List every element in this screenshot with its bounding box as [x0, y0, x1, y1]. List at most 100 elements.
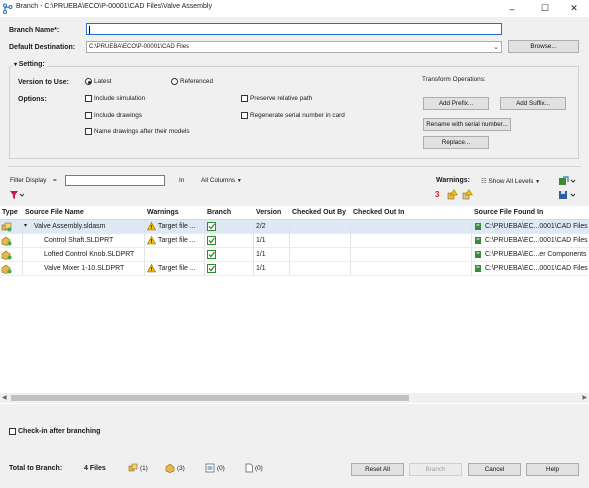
- column-header-source-file-name[interactable]: Source File Name: [25, 209, 84, 216]
- referenced-radio[interactable]: [171, 78, 178, 85]
- column-divider: [253, 220, 254, 234]
- checkin-after-branching-checkbox[interactable]: [9, 428, 16, 435]
- column-header-checked-out-by[interactable]: Checked Out By: [292, 209, 346, 216]
- include-simulation-label: Include simulation: [94, 95, 146, 102]
- folder-icon: [475, 265, 481, 272]
- column-header-branch[interactable]: Branch: [207, 209, 231, 216]
- latest-radio[interactable]: [85, 78, 92, 85]
- part-count-icon: [165, 463, 175, 473]
- table-row[interactable]: Control Shaft.SLDPRT Target file ... 1/1 C:…: [0, 234, 589, 248]
- column-header-checked-out-in[interactable]: Checked Out In: [353, 209, 404, 216]
- regenerate-serial-label: Regenerate serial number in card: [250, 112, 345, 119]
- table-row[interactable]: Lofted Control Knob.SLDPRT 1/1 C:\PRUEBA\E…: [0, 248, 589, 262]
- column-divider: [289, 262, 290, 276]
- show-levels-dropdown[interactable]: ☷ Show All Levels ▼: [481, 177, 540, 185]
- warnings-count: 3: [435, 190, 440, 199]
- warning-text: Target file ...: [158, 237, 196, 244]
- add-prefix-button[interactable]: Add Prefix...: [423, 97, 489, 110]
- column-divider: [144, 234, 145, 248]
- drawing-count: (0): [217, 465, 225, 472]
- name-drawings-checkbox[interactable]: [85, 128, 92, 135]
- column-divider: [204, 262, 205, 276]
- total-to-branch-value: 4 Files: [84, 465, 106, 472]
- columns-value: All Columns: [201, 177, 236, 184]
- latest-label: Latest: [94, 78, 112, 85]
- help-button[interactable]: Help: [526, 463, 579, 476]
- include-simulation-checkbox[interactable]: [85, 95, 92, 102]
- default-destination-select[interactable]: C:\PRUEBA\ECO\P-00001\CAD Files ⌄: [86, 41, 502, 53]
- default-destination-label: Default Destination:: [9, 44, 76, 51]
- column-header-warnings[interactable]: Warnings: [147, 209, 179, 216]
- column-header-version[interactable]: Version: [256, 209, 281, 216]
- column-header-source-file-found-in[interactable]: Source File Found In: [474, 209, 543, 216]
- warning-text: Target file ...: [158, 223, 196, 230]
- column-divider: [289, 248, 290, 262]
- column-divider: [471, 262, 472, 276]
- part-warning-icon[interactable]: [462, 189, 473, 200]
- rename-serial-button[interactable]: Rename with serial number...: [423, 118, 511, 131]
- document-count: (0): [255, 465, 263, 472]
- column-header-type[interactable]: Type: [2, 209, 18, 216]
- table-row[interactable]: ▾ Valve Assembly.sldasm Target file ... 2/2…: [0, 220, 589, 234]
- source-file-name: Valve Assembly.sldasm: [34, 223, 106, 230]
- branch-button[interactable]: Branch: [409, 463, 462, 476]
- export-icon[interactable]: [558, 176, 576, 186]
- minimize-button[interactable]: –: [500, 0, 524, 17]
- window-title: Branch - C:\PRUEBA\ECO\P-00001\CAD Files…: [16, 3, 212, 10]
- setting-header[interactable]: ▾ Setting:: [12, 61, 47, 68]
- filter-icon[interactable]: [9, 190, 25, 200]
- branch-checkbox[interactable]: [207, 236, 216, 245]
- filter-input[interactable]: [65, 175, 165, 186]
- save-icon[interactable]: [558, 190, 576, 200]
- column-divider: [144, 220, 145, 234]
- transform-operations-label: Transform Operations:: [422, 76, 486, 83]
- version: 1/1: [256, 265, 266, 272]
- assembly-warning-icon[interactable]: [447, 189, 458, 200]
- close-button[interactable]: ✕: [562, 0, 586, 17]
- regenerate-serial-checkbox[interactable]: [241, 112, 248, 119]
- filter-display-label: Filter Display: [10, 177, 47, 184]
- add-suffix-button[interactable]: Add Suffix...: [500, 97, 566, 110]
- branch-checkbox[interactable]: [207, 250, 216, 259]
- column-divider: [289, 234, 290, 248]
- column-divider: [471, 234, 472, 248]
- maximize-button[interactable]: ☐: [533, 0, 557, 17]
- scroll-right-icon[interactable]: ▶: [582, 394, 587, 401]
- horizontal-scrollbar[interactable]: ◀ ▶: [0, 393, 589, 403]
- scrollbar-thumb[interactable]: [11, 395, 409, 401]
- scroll-left-icon[interactable]: ◀: [2, 394, 7, 401]
- column-divider: [144, 248, 145, 262]
- browse-button[interactable]: Browse...: [508, 40, 579, 53]
- column-divider: [350, 262, 351, 276]
- version: 1/1: [256, 237, 266, 244]
- column-divider: [471, 248, 472, 262]
- branch-checkbox[interactable]: [207, 264, 216, 273]
- warning-icon: [147, 264, 156, 273]
- column-divider: [22, 220, 23, 234]
- replace-button[interactable]: Replace...: [423, 136, 489, 149]
- name-drawings-label: Name drawings after their models: [94, 128, 190, 135]
- preserve-relative-path-checkbox[interactable]: [241, 95, 248, 102]
- include-drawings-checkbox[interactable]: [85, 112, 92, 119]
- document-count-icon: [245, 463, 253, 473]
- part-count: (3): [177, 465, 185, 472]
- branch-checkbox[interactable]: [207, 222, 216, 231]
- part-icon: [1, 250, 12, 260]
- cancel-button[interactable]: Cancel: [468, 463, 521, 476]
- source-file-found-in: C:\PRUEBA\EC...0001\CAD Files: [485, 265, 588, 272]
- column-divider: [253, 248, 254, 262]
- table-row[interactable]: Valve Mixer 1-10.SLDPRT Target file ... 1/…: [0, 262, 589, 276]
- dropdown-arrow-icon: ▼: [535, 179, 541, 185]
- reset-all-button[interactable]: Reset All: [351, 463, 404, 476]
- folder-icon: [475, 223, 481, 230]
- folder-icon: [475, 251, 481, 258]
- collapse-tree-icon[interactable]: ▾: [24, 222, 27, 229]
- branch-name-label: Branch Name*:: [9, 27, 60, 34]
- column-divider: [22, 248, 23, 262]
- columns-dropdown[interactable]: All Columns ▼: [201, 177, 242, 184]
- branch-name-input[interactable]: [86, 23, 502, 35]
- tree-icon: ☷: [481, 178, 489, 185]
- filter-equals: =: [53, 177, 57, 184]
- source-file-name: Lofted Control Knob.SLDPRT: [44, 251, 135, 258]
- column-divider: [204, 234, 205, 248]
